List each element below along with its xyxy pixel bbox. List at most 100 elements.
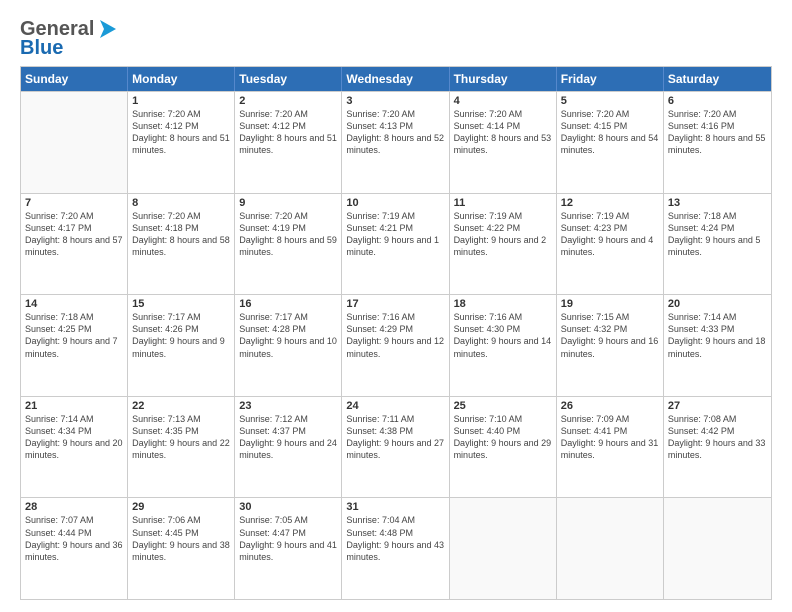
- day-number: 25: [454, 400, 552, 412]
- cal-cell-3-2: 15Sunrise: 7:17 AMSunset: 4:26 PMDayligh…: [128, 295, 235, 396]
- day-info: Sunrise: 7:20 AMSunset: 4:15 PMDaylight:…: [561, 108, 659, 157]
- cal-header-monday: Monday: [128, 67, 235, 91]
- cal-cell-3-6: 19Sunrise: 7:15 AMSunset: 4:32 PMDayligh…: [557, 295, 664, 396]
- cal-cell-2-6: 12Sunrise: 7:19 AMSunset: 4:23 PMDayligh…: [557, 194, 664, 295]
- day-info: Sunrise: 7:13 AMSunset: 4:35 PMDaylight:…: [132, 413, 230, 462]
- cal-cell-5-6: [557, 498, 664, 599]
- cal-cell-4-1: 21Sunrise: 7:14 AMSunset: 4:34 PMDayligh…: [21, 397, 128, 498]
- day-info: Sunrise: 7:14 AMSunset: 4:33 PMDaylight:…: [668, 311, 767, 360]
- cal-week-4: 21Sunrise: 7:14 AMSunset: 4:34 PMDayligh…: [21, 396, 771, 498]
- page: General Blue SundayMondayTuesdayWednesda…: [0, 0, 792, 612]
- day-info: Sunrise: 7:12 AMSunset: 4:37 PMDaylight:…: [239, 413, 337, 462]
- header: General Blue: [20, 18, 772, 60]
- day-number: 30: [239, 501, 337, 513]
- day-info: Sunrise: 7:20 AMSunset: 4:14 PMDaylight:…: [454, 108, 552, 157]
- day-number: 19: [561, 298, 659, 310]
- cal-cell-3-4: 17Sunrise: 7:16 AMSunset: 4:29 PMDayligh…: [342, 295, 449, 396]
- calendar-header-row: SundayMondayTuesdayWednesdayThursdayFrid…: [21, 67, 771, 91]
- day-number: 18: [454, 298, 552, 310]
- day-info: Sunrise: 7:20 AMSunset: 4:17 PMDaylight:…: [25, 210, 123, 259]
- day-info: Sunrise: 7:05 AMSunset: 4:47 PMDaylight:…: [239, 514, 337, 563]
- cal-cell-2-2: 8Sunrise: 7:20 AMSunset: 4:18 PMDaylight…: [128, 194, 235, 295]
- cal-cell-2-3: 9Sunrise: 7:20 AMSunset: 4:19 PMDaylight…: [235, 194, 342, 295]
- cal-cell-5-4: 31Sunrise: 7:04 AMSunset: 4:48 PMDayligh…: [342, 498, 449, 599]
- cal-cell-4-2: 22Sunrise: 7:13 AMSunset: 4:35 PMDayligh…: [128, 397, 235, 498]
- day-info: Sunrise: 7:20 AMSunset: 4:16 PMDaylight:…: [668, 108, 767, 157]
- day-number: 21: [25, 400, 123, 412]
- cal-header-wednesday: Wednesday: [342, 67, 449, 91]
- cal-cell-4-6: 26Sunrise: 7:09 AMSunset: 4:41 PMDayligh…: [557, 397, 664, 498]
- day-number: 11: [454, 197, 552, 209]
- cal-week-5: 28Sunrise: 7:07 AMSunset: 4:44 PMDayligh…: [21, 497, 771, 599]
- cal-cell-4-4: 24Sunrise: 7:11 AMSunset: 4:38 PMDayligh…: [342, 397, 449, 498]
- day-info: Sunrise: 7:19 AMSunset: 4:23 PMDaylight:…: [561, 210, 659, 259]
- day-number: 3: [346, 95, 444, 107]
- cal-week-2: 7Sunrise: 7:20 AMSunset: 4:17 PMDaylight…: [21, 193, 771, 295]
- cal-cell-5-7: [664, 498, 771, 599]
- day-number: 20: [668, 298, 767, 310]
- day-number: 12: [561, 197, 659, 209]
- day-info: Sunrise: 7:20 AMSunset: 4:13 PMDaylight:…: [346, 108, 444, 157]
- cal-header-friday: Friday: [557, 67, 664, 91]
- day-info: Sunrise: 7:20 AMSunset: 4:18 PMDaylight:…: [132, 210, 230, 259]
- logo-blue-row: Blue: [20, 37, 63, 60]
- cal-cell-3-3: 16Sunrise: 7:17 AMSunset: 4:28 PMDayligh…: [235, 295, 342, 396]
- day-info: Sunrise: 7:07 AMSunset: 4:44 PMDaylight:…: [25, 514, 123, 563]
- cal-cell-3-7: 20Sunrise: 7:14 AMSunset: 4:33 PMDayligh…: [664, 295, 771, 396]
- day-number: 31: [346, 501, 444, 513]
- cal-cell-1-4: 3Sunrise: 7:20 AMSunset: 4:13 PMDaylight…: [342, 92, 449, 193]
- cal-cell-2-5: 11Sunrise: 7:19 AMSunset: 4:22 PMDayligh…: [450, 194, 557, 295]
- day-info: Sunrise: 7:10 AMSunset: 4:40 PMDaylight:…: [454, 413, 552, 462]
- day-info: Sunrise: 7:19 AMSunset: 4:22 PMDaylight:…: [454, 210, 552, 259]
- cal-header-sunday: Sunday: [21, 67, 128, 91]
- logo-arrow-icon: [96, 18, 118, 40]
- cal-cell-5-3: 30Sunrise: 7:05 AMSunset: 4:47 PMDayligh…: [235, 498, 342, 599]
- cal-cell-5-1: 28Sunrise: 7:07 AMSunset: 4:44 PMDayligh…: [21, 498, 128, 599]
- day-number: 23: [239, 400, 337, 412]
- cal-cell-4-5: 25Sunrise: 7:10 AMSunset: 4:40 PMDayligh…: [450, 397, 557, 498]
- day-info: Sunrise: 7:20 AMSunset: 4:12 PMDaylight:…: [239, 108, 337, 157]
- day-number: 7: [25, 197, 123, 209]
- cal-cell-5-2: 29Sunrise: 7:06 AMSunset: 4:45 PMDayligh…: [128, 498, 235, 599]
- day-number: 5: [561, 95, 659, 107]
- day-number: 8: [132, 197, 230, 209]
- day-number: 26: [561, 400, 659, 412]
- cal-cell-1-6: 5Sunrise: 7:20 AMSunset: 4:15 PMDaylight…: [557, 92, 664, 193]
- day-number: 24: [346, 400, 444, 412]
- day-info: Sunrise: 7:09 AMSunset: 4:41 PMDaylight:…: [561, 413, 659, 462]
- day-info: Sunrise: 7:06 AMSunset: 4:45 PMDaylight:…: [132, 514, 230, 563]
- cal-cell-2-4: 10Sunrise: 7:19 AMSunset: 4:21 PMDayligh…: [342, 194, 449, 295]
- day-number: 27: [668, 400, 767, 412]
- cal-week-1: 1Sunrise: 7:20 AMSunset: 4:12 PMDaylight…: [21, 91, 771, 193]
- day-number: 9: [239, 197, 337, 209]
- day-number: 14: [25, 298, 123, 310]
- day-info: Sunrise: 7:17 AMSunset: 4:26 PMDaylight:…: [132, 311, 230, 360]
- day-info: Sunrise: 7:20 AMSunset: 4:12 PMDaylight:…: [132, 108, 230, 157]
- day-number: 17: [346, 298, 444, 310]
- day-info: Sunrise: 7:16 AMSunset: 4:29 PMDaylight:…: [346, 311, 444, 360]
- cal-cell-1-3: 2Sunrise: 7:20 AMSunset: 4:12 PMDaylight…: [235, 92, 342, 193]
- day-number: 2: [239, 95, 337, 107]
- cal-header-tuesday: Tuesday: [235, 67, 342, 91]
- cal-cell-2-1: 7Sunrise: 7:20 AMSunset: 4:17 PMDaylight…: [21, 194, 128, 295]
- day-number: 6: [668, 95, 767, 107]
- cal-cell-5-5: [450, 498, 557, 599]
- cal-cell-1-1: [21, 92, 128, 193]
- cal-cell-2-7: 13Sunrise: 7:18 AMSunset: 4:24 PMDayligh…: [664, 194, 771, 295]
- cal-header-thursday: Thursday: [450, 67, 557, 91]
- logo: General Blue: [20, 18, 118, 60]
- day-number: 1: [132, 95, 230, 107]
- day-info: Sunrise: 7:19 AMSunset: 4:21 PMDaylight:…: [346, 210, 444, 259]
- day-info: Sunrise: 7:16 AMSunset: 4:30 PMDaylight:…: [454, 311, 552, 360]
- day-number: 13: [668, 197, 767, 209]
- day-number: 15: [132, 298, 230, 310]
- day-number: 4: [454, 95, 552, 107]
- day-number: 16: [239, 298, 337, 310]
- cal-header-saturday: Saturday: [664, 67, 771, 91]
- cal-cell-4-3: 23Sunrise: 7:12 AMSunset: 4:37 PMDayligh…: [235, 397, 342, 498]
- day-number: 29: [132, 501, 230, 513]
- day-number: 28: [25, 501, 123, 513]
- calendar: SundayMondayTuesdayWednesdayThursdayFrid…: [20, 66, 772, 600]
- cal-cell-1-5: 4Sunrise: 7:20 AMSunset: 4:14 PMDaylight…: [450, 92, 557, 193]
- calendar-body: 1Sunrise: 7:20 AMSunset: 4:12 PMDaylight…: [21, 91, 771, 599]
